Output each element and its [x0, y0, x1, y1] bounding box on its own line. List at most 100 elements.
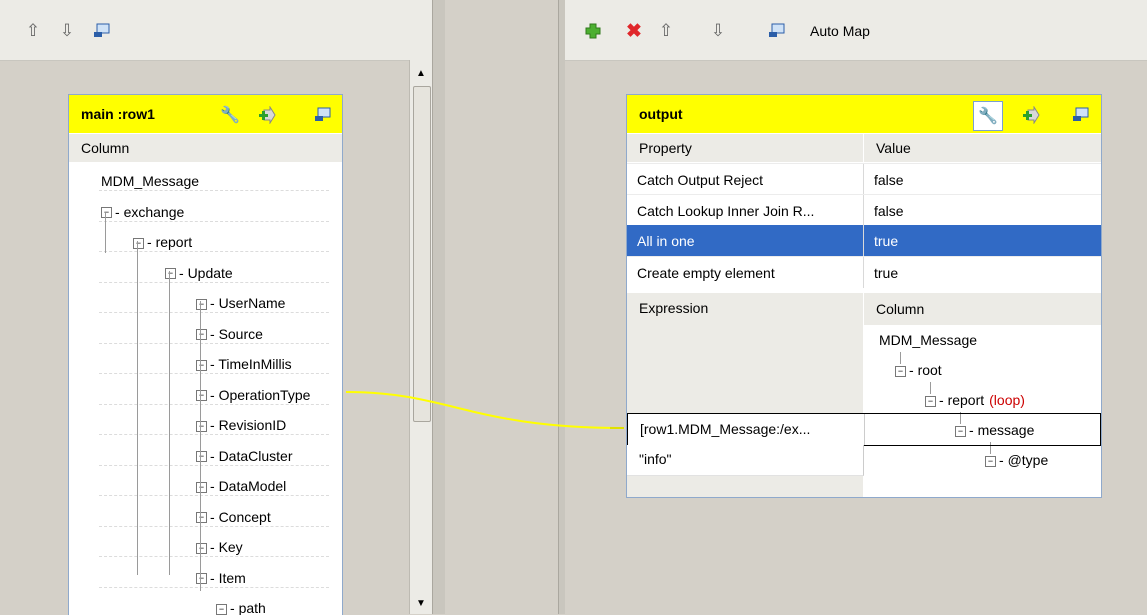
collapse-icon[interactable]: −: [196, 573, 207, 585]
tree-guide-line: [930, 382, 931, 394]
collapse-icon[interactable]: −: [985, 455, 996, 467]
expression-row-selected[interactable]: [row1.MDM_Message:/ex...: [627, 413, 1101, 446]
expression-cell[interactable]: [row1.MDM_Message:/ex...: [628, 414, 865, 445]
expression-text[interactable]: "info": [639, 451, 672, 467]
delete-icon[interactable]: ✖: [623, 20, 645, 42]
collapse-icon[interactable]: −: [196, 481, 207, 493]
arrow-down-icon[interactable]: ⇩: [56, 20, 78, 42]
tree-connector: -: [210, 295, 219, 311]
wrench-icon[interactable]: 🔧: [219, 104, 241, 126]
tree-connector: -: [210, 417, 219, 433]
row-separator: [99, 525, 329, 527]
property-value[interactable]: true: [874, 265, 898, 281]
collapse-icon[interactable]: −: [196, 542, 207, 554]
tree-node[interactable]: − - RevisionID: [196, 417, 286, 433]
tree-node-label: Key: [218, 539, 243, 555]
tree-connector: -: [909, 362, 918, 378]
collapse-icon[interactable]: −: [216, 603, 227, 615]
collapse-icon[interactable]: −: [133, 237, 144, 249]
collapse-icon[interactable]: −: [196, 329, 207, 341]
minimize-icon[interactable]: [91, 20, 113, 42]
minimize-icon[interactable]: [312, 104, 334, 126]
tree-node-label: report: [155, 234, 193, 250]
tree-node[interactable]: − - Concept: [196, 509, 271, 525]
output-table: output 🔧 Property Value Catch Output Rej…: [626, 94, 1102, 498]
scroll-down-icon[interactable]: ▼: [412, 594, 430, 612]
add-arrow-icon[interactable]: [255, 104, 277, 126]
tree-node-label: root: [917, 362, 942, 378]
collapse-icon[interactable]: −: [196, 512, 207, 524]
tree-node[interactable]: − - DataCluster: [196, 448, 292, 464]
scroll-up-icon[interactable]: ▲: [412, 64, 430, 82]
input-table-header: main :row1 🔧: [69, 95, 342, 133]
row-separator: [99, 251, 329, 252]
collapse-icon[interactable]: −: [196, 390, 207, 402]
property-value[interactable]: true: [874, 233, 898, 249]
collapse-icon[interactable]: −: [895, 365, 906, 377]
output-tree-node[interactable]: − - report (loop): [925, 392, 1025, 408]
automap-button[interactable]: Auto Map: [810, 23, 870, 39]
column-header: Column: [69, 134, 342, 162]
property-row[interactable]: Create empty element true: [627, 256, 1101, 288]
pane-divider[interactable]: [432, 0, 446, 614]
arrow-up-icon[interactable]: ⇧: [655, 20, 677, 42]
tree-node-label: MDM_Message: [879, 332, 978, 348]
collapse-icon[interactable]: −: [101, 207, 112, 219]
collapse-icon[interactable]: −: [196, 420, 207, 432]
tree-node[interactable]: − - UserName: [196, 295, 285, 311]
tree-connector: -: [210, 569, 219, 586]
tree-guide-line: [137, 241, 138, 575]
output-tree-node[interactable]: − - @type: [985, 452, 1048, 468]
add-arrow-icon[interactable]: [1019, 104, 1041, 126]
scrollbar-thumb[interactable]: [413, 86, 431, 422]
tree-node[interactable]: − - Key: [196, 539, 243, 555]
output-column-header: Column: [864, 293, 1101, 325]
expression-text[interactable]: [row1.MDM_Message:/ex...: [640, 421, 810, 437]
collapse-icon[interactable]: −: [196, 359, 207, 371]
plus-icon[interactable]: [582, 20, 604, 42]
tree-node[interactable]: − - report: [133, 234, 192, 250]
row-separator: [99, 373, 329, 374]
arrow-up-icon[interactable]: ⇧: [22, 20, 44, 42]
property-name: Catch Lookup Inner Join R...: [637, 203, 815, 219]
tree-node[interactable]: − - Update: [165, 265, 233, 281]
tree-node[interactable]: − - OperationType: [196, 387, 310, 403]
tree-node-label: UserName: [218, 295, 286, 311]
property-row[interactable]: Catch Lookup Inner Join R... false: [627, 194, 1101, 226]
loop-tag: (loop): [989, 392, 1025, 408]
tree-node[interactable]: − - path: [216, 600, 266, 615]
minimize-icon[interactable]: [1070, 104, 1092, 126]
automap-icon[interactable]: [766, 20, 788, 42]
output-tree-node[interactable]: − - root: [895, 362, 942, 378]
collapse-icon[interactable]: −: [196, 451, 207, 463]
property-value[interactable]: false: [874, 172, 904, 188]
property-row[interactable]: All in one true: [627, 225, 1101, 256]
tree-node[interactable]: MDM_Message: [101, 173, 199, 189]
tree-node[interactable]: − - Source: [196, 326, 263, 342]
tree-node[interactable]: − - DataModel: [196, 478, 286, 494]
expression-cell[interactable]: "info": [627, 445, 864, 476]
tree-connector: -: [230, 600, 239, 615]
tree-guide-line: [200, 301, 201, 591]
row-separator: [99, 220, 329, 222]
collapse-icon[interactable]: −: [196, 298, 207, 310]
vertical-scrollbar[interactable]: ▲ ▼: [409, 60, 433, 614]
tree-node[interactable]: − - Item: [196, 570, 246, 586]
wrench-icon[interactable]: 🔧: [973, 101, 1003, 131]
cell-divider: [863, 195, 864, 226]
cell-divider: [863, 225, 864, 256]
tree-node[interactable]: − - exchange: [101, 204, 184, 220]
property-row[interactable]: Catch Output Reject false: [627, 163, 1101, 195]
tree-guide-line: [900, 352, 901, 364]
collapse-icon[interactable]: −: [925, 395, 936, 407]
tree-node[interactable]: − - TimeInMillis: [196, 356, 292, 372]
collapse-icon[interactable]: −: [165, 268, 176, 280]
property-value[interactable]: false: [874, 203, 904, 219]
property-header: Property: [627, 134, 863, 162]
arrow-down-icon[interactable]: ⇩: [707, 20, 729, 42]
output-tree-node[interactable]: MDM_Message: [879, 332, 977, 348]
input-toolbar: ⇧ ⇩: [0, 0, 432, 61]
row-separator: [99, 586, 329, 588]
tree-connector: -: [210, 508, 219, 525]
link-area: [445, 0, 558, 614]
